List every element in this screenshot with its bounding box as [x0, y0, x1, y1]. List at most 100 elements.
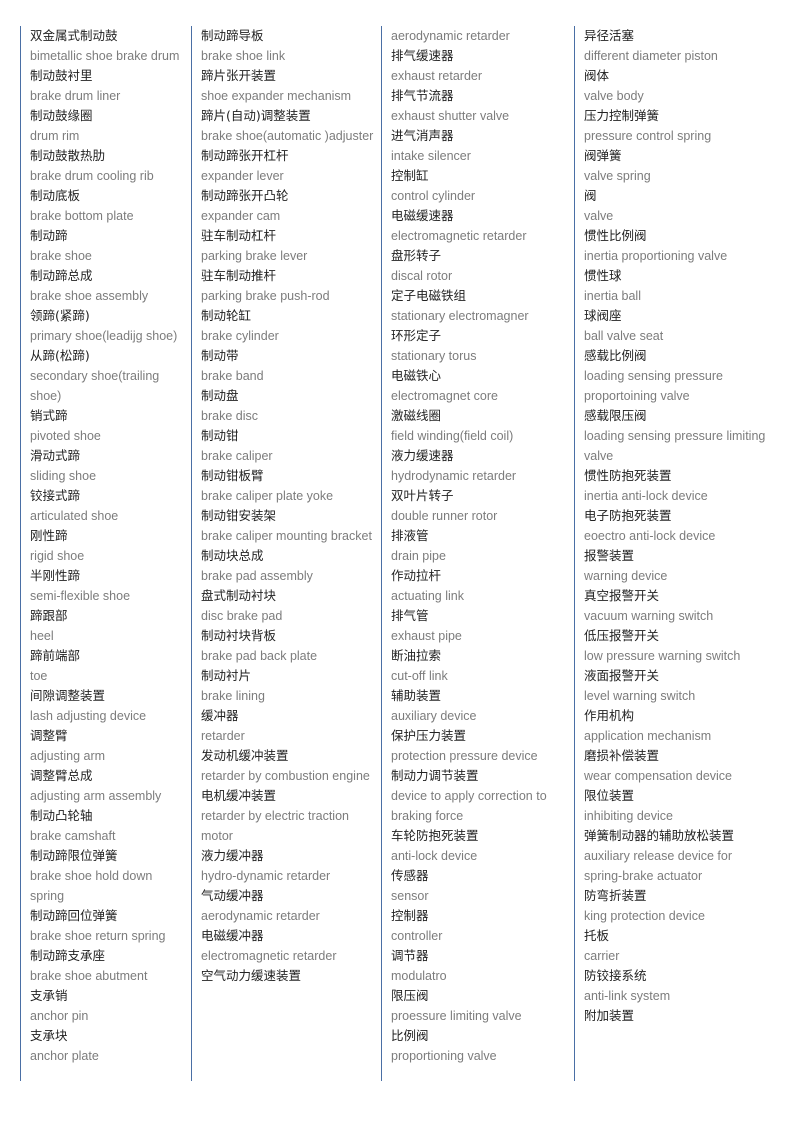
term-chinese: 蹄片(自动)调整装置	[201, 108, 311, 123]
term-english: warning device	[584, 569, 668, 583]
term-english: shoe expander mechanism	[201, 89, 352, 103]
glossary-entry: 半刚性蹄 semi-flexible shoe	[30, 566, 185, 606]
term-chinese: 排气缓速器	[391, 48, 454, 63]
glossary-entry: 排液管 drain pipe	[391, 526, 568, 566]
term-chinese: 蹄片张开装置	[201, 68, 277, 83]
term-english: brake band	[201, 369, 264, 383]
term-english: disc brake pad	[201, 609, 283, 623]
term-english: bimetallic shoe brake drum	[30, 49, 180, 63]
term-chinese: 托板	[584, 928, 610, 943]
glossary-entry: 控制器 controller	[391, 906, 568, 946]
glossary-entry: 报警装置 warning device	[584, 546, 770, 586]
glossary-entry: 制动蹄支承座 brake shoe abutment	[30, 946, 185, 986]
term-chinese: 阀弹簧	[584, 148, 622, 163]
term-chinese: 发动机缓冲装置	[201, 748, 289, 763]
term-chinese: 刚性蹄	[30, 528, 68, 543]
glossary-column-3: aerodynamic retarder 排气缓速器 exhaust retarde…	[381, 26, 574, 1081]
glossary-entry: 盘形转子 discal rotor	[391, 246, 568, 286]
term-chinese: 制动钳	[201, 428, 239, 443]
glossary-entry: 制动蹄回位弹簧 brake shoe return spring	[30, 906, 185, 946]
term-chinese: 双叶片转子	[391, 488, 454, 503]
term-english: parking brake push-rod	[201, 289, 330, 303]
term-chinese: 激磁线圈	[391, 408, 442, 423]
term-english: field winding(field coil)	[391, 429, 514, 443]
term-english: inhibiting device	[584, 809, 673, 823]
term-chinese: 异径活塞	[584, 28, 635, 43]
term-chinese: 惯性比例阀	[584, 228, 647, 243]
term-english: brake cylinder	[201, 329, 279, 343]
term-chinese: 调整臂总成	[30, 768, 93, 783]
glossary-entry: 蹄片张开装置 shoe expander mechanism	[201, 66, 375, 106]
term-english: drain pipe	[391, 549, 446, 563]
term-english: inertia ball	[584, 289, 641, 303]
term-chinese: 蹄前端部	[30, 648, 81, 663]
term-english: intake silencer	[391, 149, 471, 163]
glossary-entry: 从蹄(松蹄) secondary shoe(trailing shoe)	[30, 346, 185, 406]
glossary-entry: 发动机缓冲装置 retarder by combustion engine	[201, 746, 375, 786]
term-chinese: 辅助装置	[391, 688, 442, 703]
glossary-entry: 制动鼓缘圈 drum rim	[30, 106, 185, 146]
glossary-entry: 制动钳安装架 brake caliper mounting bracket	[201, 506, 375, 546]
term-chinese: 控制器	[391, 908, 429, 923]
glossary-entry: 制动衬片 brake lining	[201, 666, 375, 706]
glossary-entry: 惯性球 inertia ball	[584, 266, 770, 306]
glossary-entry: 异径活塞 different diameter piston	[584, 26, 770, 66]
term-english: toe	[30, 669, 48, 683]
term-chinese: 附加装置	[584, 1008, 635, 1023]
glossary-entry: 车轮防抱死装置 anti-lock device	[391, 826, 568, 866]
term-english: retarder by electric traction motor	[201, 809, 349, 843]
glossary-entry: 制动轮缸 brake cylinder	[201, 306, 375, 346]
term-chinese: 防铰接系统	[584, 968, 647, 983]
term-english: pivoted shoe	[30, 429, 101, 443]
term-english: wear compensation device	[584, 769, 732, 783]
term-chinese: 支承块	[30, 1028, 68, 1043]
glossary-entry: 限位装置 inhibiting device	[584, 786, 770, 826]
term-chinese: 支承销	[30, 988, 68, 1003]
term-english: aerodynamic retarder	[201, 909, 320, 923]
glossary-entry: 制动蹄导板 brake shoe link	[201, 26, 375, 66]
glossary-entry: 双金属式制动鼓 bimetallic shoe brake drum	[30, 26, 185, 66]
term-chinese: 车轮防抱死装置	[391, 828, 479, 843]
term-english: anti-lock device	[391, 849, 478, 863]
term-chinese: 制动鼓散热肋	[30, 148, 106, 163]
term-english: heel	[30, 629, 54, 643]
term-chinese: 控制缸	[391, 168, 429, 183]
term-chinese: 压力控制弹簧	[584, 108, 660, 123]
term-chinese: 环形定子	[391, 328, 442, 343]
term-chinese: 防弯折装置	[584, 888, 647, 903]
term-english: sensor	[391, 889, 429, 903]
term-english: drum rim	[30, 129, 80, 143]
glossary-entry: 排气缓速器 exhaust retarder	[391, 46, 568, 86]
glossary-entry: 支承销 anchor pin	[30, 986, 185, 1026]
term-english: brake pad back plate	[201, 649, 318, 663]
glossary-entry: 液力缓冲器 hydro-dynamic retarder	[201, 846, 375, 886]
glossary-entry: 盘式制动衬块 disc brake pad	[201, 586, 375, 626]
glossary-entry: 双叶片转子 double runner rotor	[391, 486, 568, 526]
glossary-entry: 电磁缓冲器 electromagnetic retarder	[201, 926, 375, 966]
glossary-entry: 传感器 sensor	[391, 866, 568, 906]
term-english: retarder by combustion engine	[201, 769, 370, 783]
glossary-entry: 电子防抱死装置 eoectro anti-lock device	[584, 506, 770, 546]
term-chinese: 感载比例阀	[584, 348, 647, 363]
term-chinese: 断油拉索	[391, 648, 442, 663]
term-english: anchor pin	[30, 1009, 89, 1023]
term-chinese: 制动蹄回位弹簧	[30, 908, 118, 923]
term-chinese: 电磁缓速器	[391, 208, 454, 223]
term-chinese: 气动缓冲器	[201, 888, 264, 903]
term-english: auxiliary device	[391, 709, 477, 723]
glossary-entry: 阀体 valve body	[584, 66, 770, 106]
term-chinese: 制动钳安装架	[201, 508, 277, 523]
glossary-entry: 气动缓冲器 aerodynamic retarder	[201, 886, 375, 926]
glossary-entry: 铰接式蹄 articulated shoe	[30, 486, 185, 526]
glossary-entry: aerodynamic retarder	[391, 26, 568, 46]
term-chinese: 制动衬块背板	[201, 628, 277, 643]
term-chinese: 制动轮缸	[201, 308, 252, 323]
glossary-entry: 托板 carrier	[584, 926, 770, 966]
glossary-entry: 作动拉杆 actuating link	[391, 566, 568, 606]
term-english: retarder	[201, 729, 245, 743]
term-english: semi-flexible shoe	[30, 589, 131, 603]
glossary-entry: 制动鼓衬里 brake drum liner	[30, 66, 185, 106]
term-chinese: 制动底板	[30, 188, 81, 203]
term-english: actuating link	[391, 589, 464, 603]
glossary-entry: 惯性比例阀 inertia proportioning valve	[584, 226, 770, 266]
